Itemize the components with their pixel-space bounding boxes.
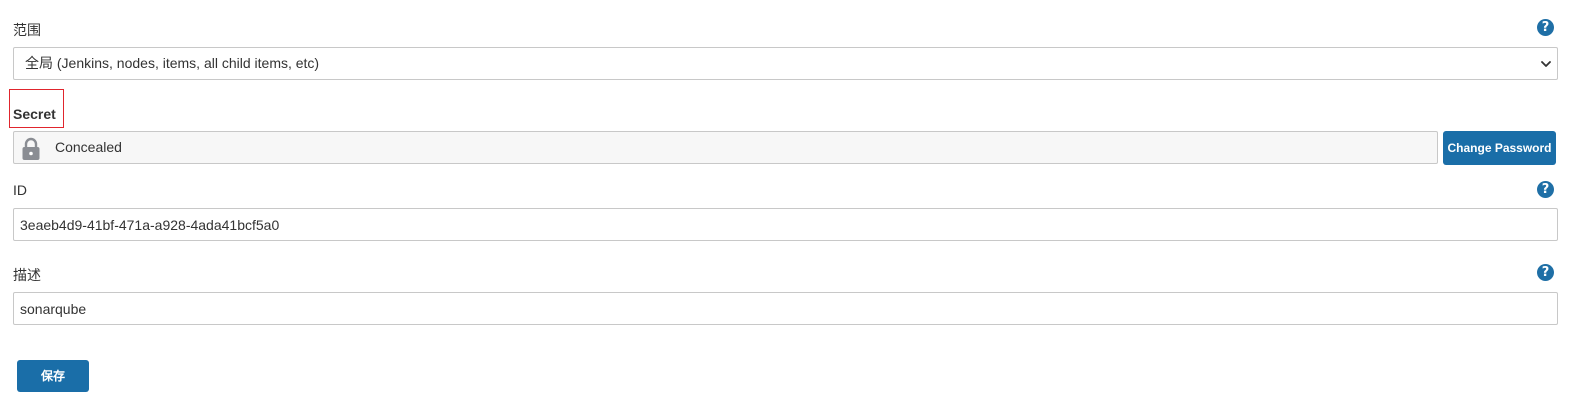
- lock-icon: [22, 137, 40, 160]
- save-button[interactable]: 保存: [17, 360, 89, 392]
- id-label: ID: [13, 182, 27, 198]
- scope-selected-value: 全局 (Jenkins, nodes, items, all child ite…: [25, 55, 320, 71]
- scope-help-icon[interactable]: ?: [1537, 19, 1554, 36]
- id-input[interactable]: [13, 208, 1558, 241]
- id-help-icon[interactable]: ?: [1537, 181, 1554, 198]
- description-label: 描述: [13, 267, 41, 283]
- chevron-down-icon: [1541, 61, 1551, 67]
- change-password-button[interactable]: Change Password: [1443, 131, 1556, 165]
- secret-label-highlight: [9, 89, 64, 128]
- scope-label: 范围: [13, 22, 41, 38]
- secret-concealed-text: Concealed: [55, 139, 122, 155]
- description-input[interactable]: [13, 292, 1558, 325]
- secret-field: Concealed: [13, 131, 1438, 164]
- description-help-icon[interactable]: ?: [1537, 264, 1554, 281]
- scope-select[interactable]: 全局 (Jenkins, nodes, items, all child ite…: [13, 47, 1558, 80]
